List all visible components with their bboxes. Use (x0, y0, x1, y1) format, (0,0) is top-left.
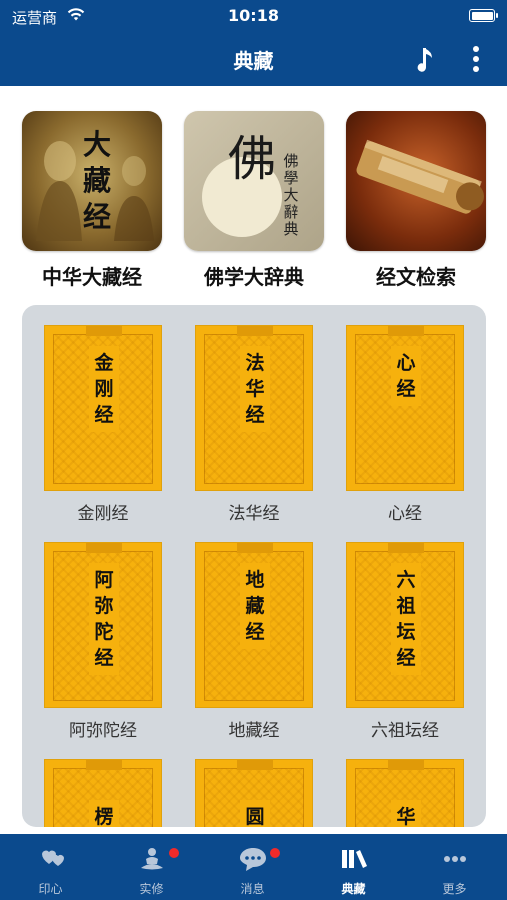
book-cover: 阿 弥 陀 经 (44, 542, 162, 708)
book-cover: 地 藏 经 (195, 542, 313, 708)
featured-label: 经文检索 (376, 265, 456, 289)
tripitaka-calligraphy: 大 藏 经 (82, 128, 111, 233)
tab-collection[interactable]: 典藏 (303, 834, 404, 900)
notification-badge (270, 848, 280, 858)
chat-bubble-icon (240, 848, 266, 871)
heart-hands-icon (42, 850, 64, 866)
book-amitabha-sutra[interactable]: 阿 弥 陀 经 阿弥陀经 (44, 542, 162, 741)
book-lotus-sutra[interactable]: 法 华 经 法华经 (195, 325, 313, 524)
tab-more[interactable]: 更多 (404, 834, 505, 900)
book-cover-title: 六 祖 坛 经 (391, 563, 421, 675)
scroll-cover-image (346, 111, 486, 251)
music-note-icon[interactable] (413, 45, 437, 73)
more-vertical-icon[interactable] (471, 44, 481, 74)
tab-label: 印心 (38, 882, 63, 896)
book-partial-3[interactable]: 华 (346, 759, 464, 827)
book-cover-title: 阿 弥 陀 经 (89, 563, 119, 675)
tab-practice[interactable]: 实修 (101, 834, 202, 900)
book-name: 六祖坛经 (371, 721, 439, 741)
book-cover: 圆 (195, 759, 313, 827)
clock: 10:18 (228, 6, 279, 25)
featured-label: 佛学大辞典 (204, 265, 304, 289)
book-cover-title: 金 刚 经 (89, 346, 119, 432)
dictionary-small-title: 佛學大辭典 (283, 152, 299, 238)
book-cover-title: 心 经 (391, 346, 421, 406)
tab-bar: 印心 实修 消息 典藏 更多 (0, 834, 507, 900)
battery-icon (469, 9, 498, 22)
featured-tripitaka[interactable]: 大 藏 经 中华大藏经 (22, 111, 162, 290)
notification-badge (169, 848, 179, 858)
book-cover-title: 圆 (240, 800, 270, 827)
book-cover: 楞 (44, 759, 162, 827)
book-name: 法华经 (228, 504, 280, 524)
book-cover: 心 经 (346, 325, 464, 491)
book-ksitigarbha-sutra[interactable]: 地 藏 经 地藏经 (195, 542, 313, 741)
book-name: 心经 (388, 504, 422, 524)
nav-bar: 典藏 (0, 32, 507, 86)
book-partial-1[interactable]: 楞 (44, 759, 162, 827)
featured-section: 大 藏 经 中华大藏经 佛 佛學大辭典 佛学大辞典 经文检索 (0, 86, 507, 296)
book-partial-2[interactable]: 圆 (195, 759, 313, 827)
featured-scripture-search[interactable]: 经文检索 (346, 111, 486, 290)
tab-yinxin[interactable]: 印心 (0, 834, 101, 900)
tab-label: 实修 (139, 882, 164, 896)
book-platform-sutra[interactable]: 六 祖 坛 经 六祖坛经 (346, 542, 464, 741)
book-cover-title: 楞 (89, 800, 119, 827)
book-cover-title: 地 藏 经 (240, 563, 270, 649)
dictionary-big-glyph: 佛 (228, 131, 277, 187)
book-heart-sutra[interactable]: 心 经 心经 (346, 325, 464, 524)
scripture-grid: 金 刚 经 金刚经 法 华 经 法华经 心 经 心经 阿 弥 陀 经 阿弥陀经 … (22, 305, 486, 827)
meditation-icon (141, 848, 163, 870)
tab-label: 典藏 (341, 882, 366, 896)
tab-label: 消息 (240, 882, 265, 896)
book-name: 阿弥陀经 (69, 721, 137, 741)
status-bar: 运营商 10:18 (0, 0, 507, 32)
book-cover: 金 刚 经 (44, 325, 162, 491)
ellipsis-icon (444, 856, 466, 862)
book-name: 地藏经 (228, 721, 280, 741)
book-cover-title: 华 (391, 800, 421, 827)
book-diamond-sutra[interactable]: 金 刚 经 金刚经 (44, 325, 162, 524)
tab-label: 更多 (442, 882, 467, 896)
book-cover: 法 华 经 (195, 325, 313, 491)
books-icon (342, 850, 367, 868)
dictionary-cover-image: 佛 佛學大辭典 (184, 111, 324, 251)
book-cover: 华 (346, 759, 464, 827)
book-name: 金刚经 (77, 504, 129, 524)
book-cover-title: 法 华 经 (240, 346, 270, 432)
tab-messages[interactable]: 消息 (202, 834, 303, 900)
featured-label: 中华大藏经 (42, 265, 142, 289)
featured-dictionary[interactable]: 佛 佛學大辭典 佛学大辞典 (184, 111, 324, 290)
tripitaka-cover-image: 大 藏 经 (22, 111, 162, 251)
book-cover: 六 祖 坛 经 (346, 542, 464, 708)
